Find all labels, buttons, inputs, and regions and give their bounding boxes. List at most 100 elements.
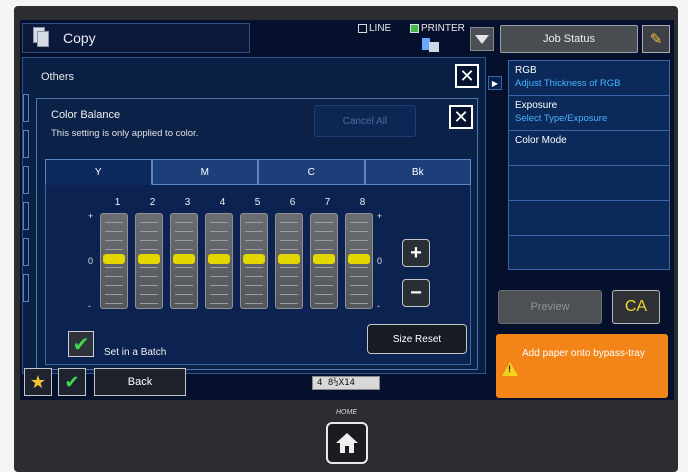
slider-tick <box>175 285 193 286</box>
line-mode-label: LINE <box>369 23 392 34</box>
slider-tick <box>210 285 228 286</box>
panel-expand-arrow-icon[interactable]: ▶ <box>488 76 502 90</box>
slider-knob[interactable] <box>208 254 230 264</box>
slider-tick <box>210 222 228 223</box>
settings-item-color-mode[interactable]: Color Mode <box>509 131 669 166</box>
home-icon <box>336 433 358 453</box>
pencil-icon: ✎ <box>649 31 663 48</box>
side-tab[interactable] <box>23 202 29 230</box>
color-slider-2[interactable] <box>135 213 163 309</box>
slider-tick <box>175 294 193 295</box>
cancel-all-button[interactable]: Cancel All <box>314 105 416 137</box>
tab-m[interactable]: M <box>151 159 258 185</box>
slider-tick <box>245 285 263 286</box>
confirm-button[interactable]: ✔ <box>58 368 86 396</box>
slider-tick <box>245 222 263 223</box>
settings-item-exposure[interactable]: Exposure Select Type/Exposure <box>509 96 669 131</box>
color-slider-3[interactable] <box>170 213 198 309</box>
slider-tick <box>315 222 333 223</box>
app-title-bar: Copy <box>22 23 250 53</box>
slider-tick <box>140 249 158 250</box>
clear-all-button[interactable]: CA <box>612 290 660 324</box>
slider-tick <box>140 222 158 223</box>
slider-number: 4 <box>219 197 226 208</box>
slider-number: 6 <box>289 197 296 208</box>
slider-tick <box>350 303 368 304</box>
color-slider-5[interactable] <box>240 213 268 309</box>
others-close-button[interactable]: ✕ <box>455 64 479 88</box>
close-icon: ✕ <box>459 65 475 86</box>
slider-group <box>100 213 380 309</box>
slider-tick <box>140 303 158 304</box>
back-button[interactable]: Back <box>94 368 186 396</box>
paper-alert[interactable]: ! Add paper onto bypass-tray <box>496 334 668 398</box>
slider-knob[interactable] <box>243 254 265 264</box>
home-button[interactable] <box>326 422 368 464</box>
close-icon: ✕ <box>453 106 469 127</box>
preview-button[interactable]: Preview <box>498 290 602 324</box>
slider-tick <box>245 276 263 277</box>
dialog-title: Color Balance <box>51 109 121 121</box>
slider-knob[interactable] <box>173 254 195 264</box>
printer-icon <box>420 36 440 52</box>
settings-edit-button[interactable]: ✎ <box>642 25 670 53</box>
color-slider-8[interactable] <box>345 213 373 309</box>
slider-tick <box>350 276 368 277</box>
slider-number: 7 <box>324 197 331 208</box>
dialog-close-button[interactable]: ✕ <box>449 105 473 129</box>
side-tab[interactable] <box>23 94 29 122</box>
slider-tick <box>315 240 333 241</box>
settings-item-title: Exposure <box>515 100 558 111</box>
slider-tick <box>105 285 123 286</box>
slider-knob[interactable] <box>138 254 160 264</box>
color-slider-4[interactable] <box>205 213 233 309</box>
side-tab[interactable] <box>23 130 29 158</box>
settings-item-empty <box>509 236 669 271</box>
slider-knob[interactable] <box>103 254 125 264</box>
side-tab[interactable] <box>23 274 29 302</box>
job-status-button[interactable]: Job Status <box>500 25 638 53</box>
slider-tick <box>105 231 123 232</box>
slider-tick <box>245 231 263 232</box>
checkmark-icon: ✔ <box>72 333 90 356</box>
slider-tick <box>175 267 193 268</box>
slider-tick <box>105 303 123 304</box>
side-tab[interactable] <box>23 238 29 266</box>
slider-tick <box>315 285 333 286</box>
color-slider-6[interactable] <box>275 213 303 309</box>
slider-knob[interactable] <box>278 254 300 264</box>
side-tab[interactable] <box>23 166 29 194</box>
mode-dropdown-button[interactable] <box>470 27 494 51</box>
settings-item-sub: Select Type/Exposure <box>515 113 608 124</box>
slider-tick <box>280 285 298 286</box>
settings-item-title: Color Mode <box>515 135 567 146</box>
favorite-button[interactable]: ★ <box>24 368 52 396</box>
slider-tick <box>315 294 333 295</box>
slider-tick <box>350 240 368 241</box>
slider-tick <box>350 294 368 295</box>
settings-item-rgb[interactable]: RGB Adjust Thickness of RGB <box>509 61 669 96</box>
slider-tick <box>350 222 368 223</box>
slider-tick <box>175 231 193 232</box>
home-label: HOME <box>336 409 357 416</box>
slider-knob[interactable] <box>348 254 370 264</box>
tab-y[interactable]: Y <box>45 159 152 185</box>
line-mode-indicator[interactable]: LINE <box>358 23 391 34</box>
slider-tick <box>105 294 123 295</box>
increase-button[interactable]: + <box>402 239 430 267</box>
slider-tick <box>350 231 368 232</box>
set-in-batch-checkbox[interactable]: ✔ <box>68 331 94 357</box>
slider-tick <box>210 276 228 277</box>
color-slider-7[interactable] <box>310 213 338 309</box>
slider-knob[interactable] <box>313 254 335 264</box>
printer-mode-indicator[interactable]: PRINTER <box>410 23 465 34</box>
size-reset-button[interactable]: Size Reset <box>367 324 467 354</box>
slider-tick <box>210 240 228 241</box>
settings-item-sub: Adjust Thickness of RGB <box>515 78 621 89</box>
tab-bk[interactable]: Bk <box>364 159 471 185</box>
decrease-button[interactable]: − <box>402 279 430 307</box>
slider-tick <box>140 276 158 277</box>
color-slider-1[interactable] <box>100 213 128 309</box>
tab-c[interactable]: C <box>258 159 365 185</box>
slider-tick <box>140 285 158 286</box>
